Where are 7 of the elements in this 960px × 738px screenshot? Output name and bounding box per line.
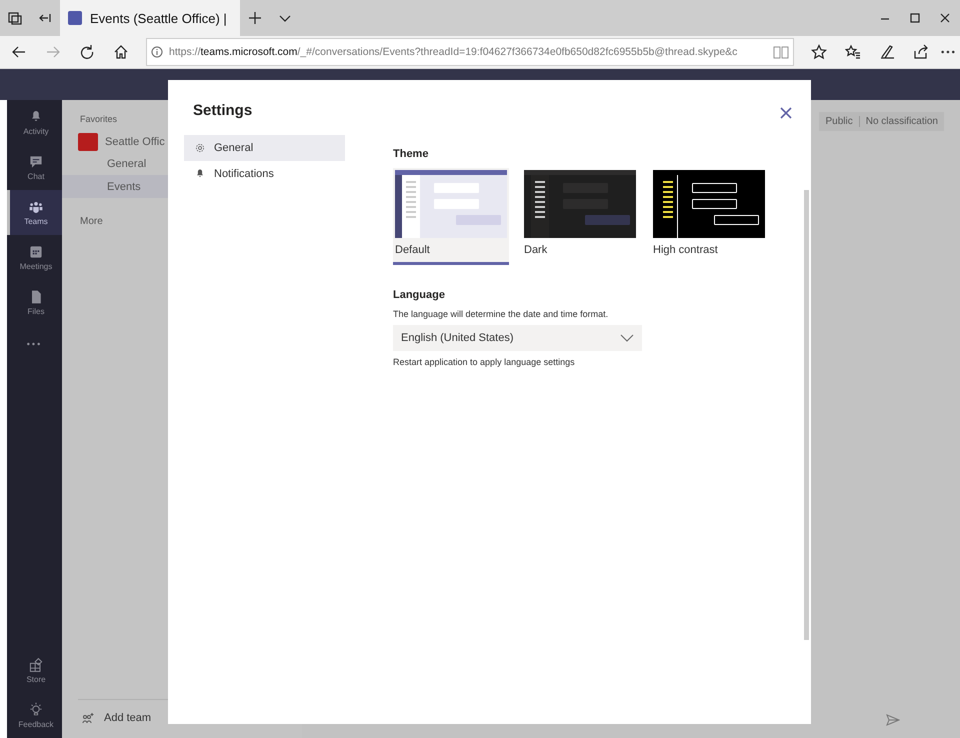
classification-badge: Public No classification	[819, 112, 944, 131]
language-note: Restart application to apply language settings	[393, 357, 576, 367]
section-heading: Language	[393, 289, 446, 301]
language-hint: The language will determine the date and time format.	[393, 309, 610, 319]
section-heading: Theme	[393, 148, 430, 160]
section-heading: Favorites	[79, 114, 118, 124]
dialog-title: Settings	[193, 102, 254, 119]
